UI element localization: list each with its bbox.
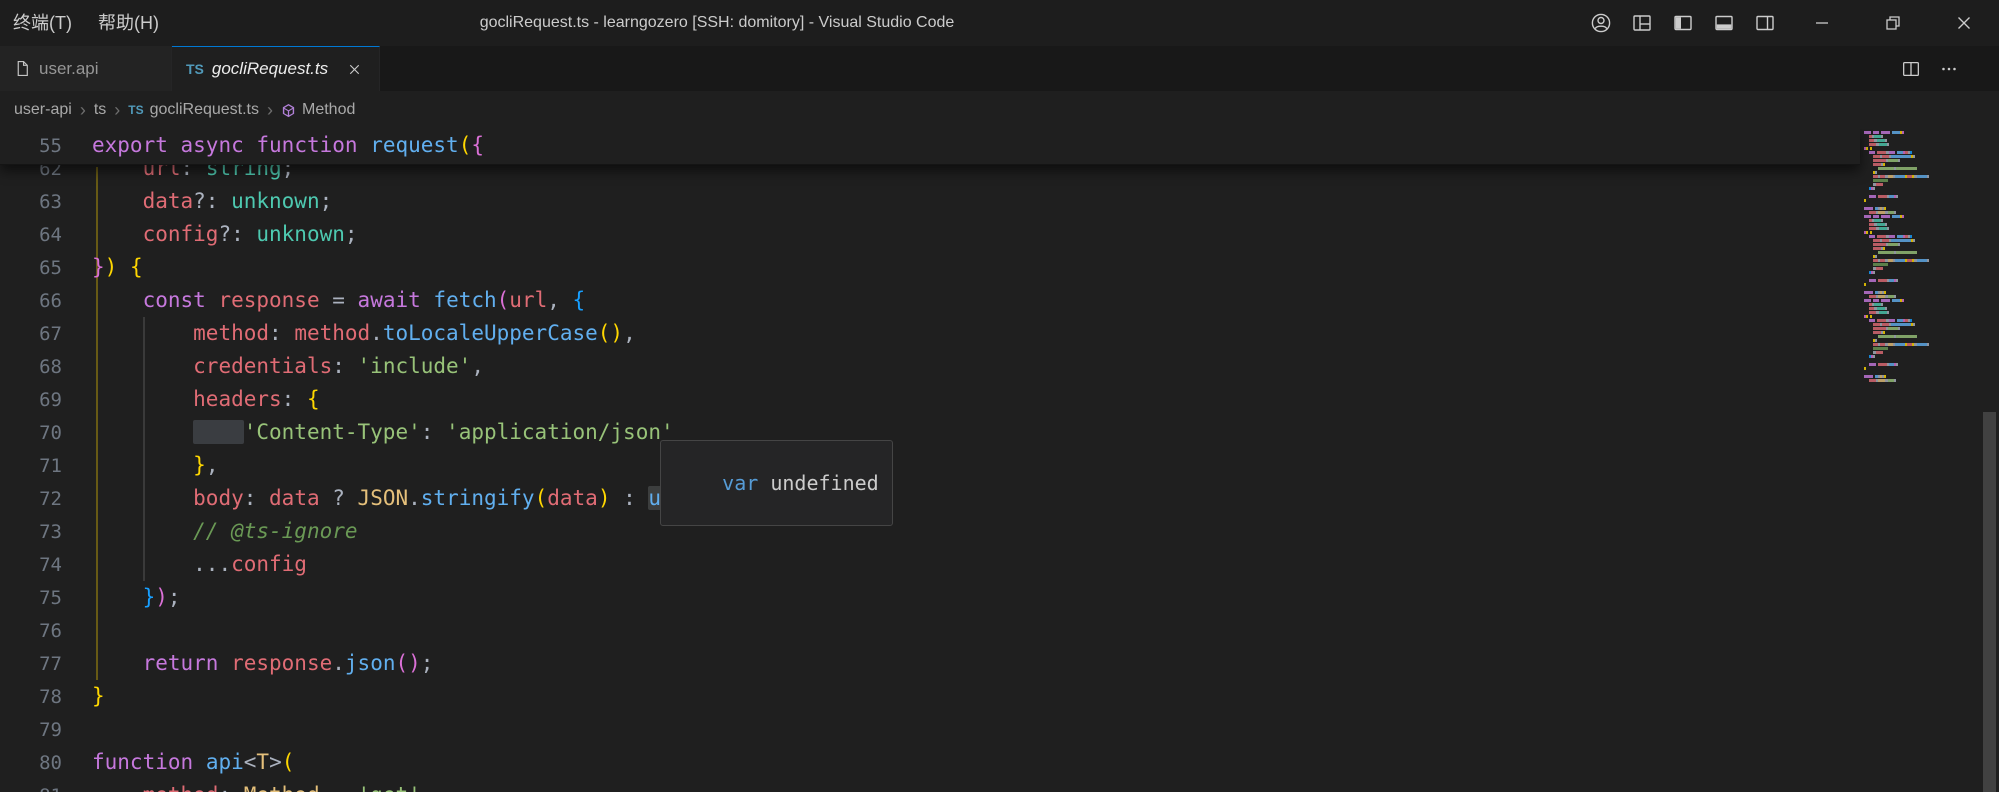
restore-button[interactable] (1857, 0, 1928, 46)
line-number[interactable]: 78 (0, 681, 62, 714)
customize-layout-icon[interactable] (1629, 10, 1655, 36)
more-actions-icon[interactable] (1938, 58, 1960, 80)
code-line[interactable]: 75 }); (0, 581, 1860, 614)
line-number[interactable]: 68 (0, 351, 62, 384)
chevron-right-icon: › (80, 100, 86, 121)
line-number[interactable]: 74 (0, 549, 62, 582)
close-window-button[interactable] (1928, 0, 1999, 46)
scrollbar-thumb[interactable] (1983, 412, 1996, 792)
breadcrumb-folder[interactable]: user-api (14, 101, 72, 119)
tab-bar: user.api TS gocliRequest.ts (0, 46, 1999, 91)
window-title: gocliRequest.ts - learngozero [SSH: domi… (480, 0, 955, 46)
typescript-icon: TS (186, 61, 204, 77)
breadcrumb: user-api › ts › TS gocliRequest.ts › Met… (0, 91, 1860, 129)
tab-user-api[interactable]: user.api (0, 46, 172, 91)
sticky-scroll-line[interactable]: 55export async function request({ (0, 129, 1860, 165)
line-number[interactable]: 67 (0, 318, 62, 351)
minimize-button[interactable] (1786, 0, 1857, 46)
title-bar: 终端(T) 帮助(H) gocliRequest.ts - learngozer… (0, 0, 1999, 46)
line-number[interactable]: 69 (0, 384, 62, 417)
code-line[interactable]: 64 config?: unknown; (0, 218, 1860, 251)
typescript-icon: TS (128, 103, 143, 117)
code-line[interactable]: 55export async function request({ (0, 129, 1860, 162)
line-number[interactable]: 73 (0, 516, 62, 549)
line-number[interactable]: 66 (0, 285, 62, 318)
toggle-panel-icon[interactable] (1711, 10, 1737, 36)
line-number[interactable]: 72 (0, 483, 62, 516)
close-tab-icon[interactable] (343, 58, 365, 80)
toggle-primary-sidebar-icon[interactable] (1670, 10, 1696, 36)
line-number[interactable]: 77 (0, 648, 62, 681)
tab-label: user.api (39, 59, 99, 79)
line-number[interactable]: 64 (0, 219, 62, 252)
line-number[interactable]: 81 (0, 780, 62, 792)
hover-tooltip-code: var undefined (722, 471, 879, 495)
code-line[interactable]: 78} (0, 680, 1860, 713)
account-icon[interactable] (1588, 10, 1614, 36)
menu-terminal[interactable]: 终端(T) (0, 0, 85, 46)
tab-label: gocliRequest.ts (212, 59, 328, 79)
line-number[interactable]: 55 (0, 130, 62, 163)
chevron-right-icon: › (114, 100, 120, 121)
code-line[interactable]: 68 credentials: 'include', (0, 350, 1860, 383)
line-number[interactable]: 80 (0, 747, 62, 780)
line-number[interactable]: 71 (0, 450, 62, 483)
line-number[interactable]: 70 (0, 417, 62, 450)
code-line[interactable]: 79 (0, 713, 1860, 746)
minimap[interactable] (1864, 131, 1976, 771)
code-line[interactable]: 81 method: Method = 'get', (0, 779, 1860, 792)
code-line[interactable]: 69 headers: { (0, 383, 1860, 416)
code-line[interactable]: 76 (0, 614, 1860, 647)
menu-help[interactable]: 帮助(H) (85, 0, 172, 46)
code-line[interactable]: 66 const response = await fetch(url, { (0, 284, 1860, 317)
line-number[interactable]: 65 (0, 252, 62, 285)
code-line[interactable]: 70 'Content-Type': 'application/json' (0, 416, 1860, 449)
editor-pane[interactable]: 62 url: string;63 data?: unknown;64 conf… (0, 129, 1999, 792)
code-line[interactable]: 65}) { (0, 251, 1860, 284)
line-number[interactable]: 75 (0, 582, 62, 615)
code-lines[interactable]: 62 url: string;63 data?: unknown;64 conf… (0, 152, 1860, 792)
chevron-right-icon: › (267, 100, 273, 121)
hover-tooltip: var undefined (660, 440, 893, 526)
code-line[interactable]: 71 }, (0, 449, 1860, 482)
code-line[interactable]: 77 return response.json(); (0, 647, 1860, 680)
toggle-secondary-sidebar-icon[interactable] (1752, 10, 1778, 36)
code-line[interactable]: 73 // @ts-ignore (0, 515, 1860, 548)
tab-goclirequest[interactable]: TS gocliRequest.ts (172, 46, 380, 91)
line-number[interactable]: 76 (0, 615, 62, 648)
code-line[interactable]: 80function api<T>( (0, 746, 1860, 779)
breadcrumb-symbol[interactable]: Method (281, 101, 355, 119)
file-icon (14, 60, 31, 77)
code-line[interactable]: 63 data?: unknown; (0, 185, 1860, 218)
breadcrumb-file[interactable]: TS gocliRequest.ts (128, 101, 259, 119)
code-line[interactable]: 67 method: method.toLocaleUpperCase(), (0, 317, 1860, 350)
code-line[interactable]: 74 ...config (0, 548, 1860, 581)
line-number[interactable]: 79 (0, 714, 62, 747)
line-number[interactable]: 63 (0, 186, 62, 219)
breadcrumb-folder[interactable]: ts (94, 101, 106, 119)
symbol-method-icon (281, 103, 296, 118)
split-editor-icon[interactable] (1900, 58, 1922, 80)
code-line[interactable]: 72 body: data ? JSON.stringify(data) : u… (0, 482, 1860, 515)
